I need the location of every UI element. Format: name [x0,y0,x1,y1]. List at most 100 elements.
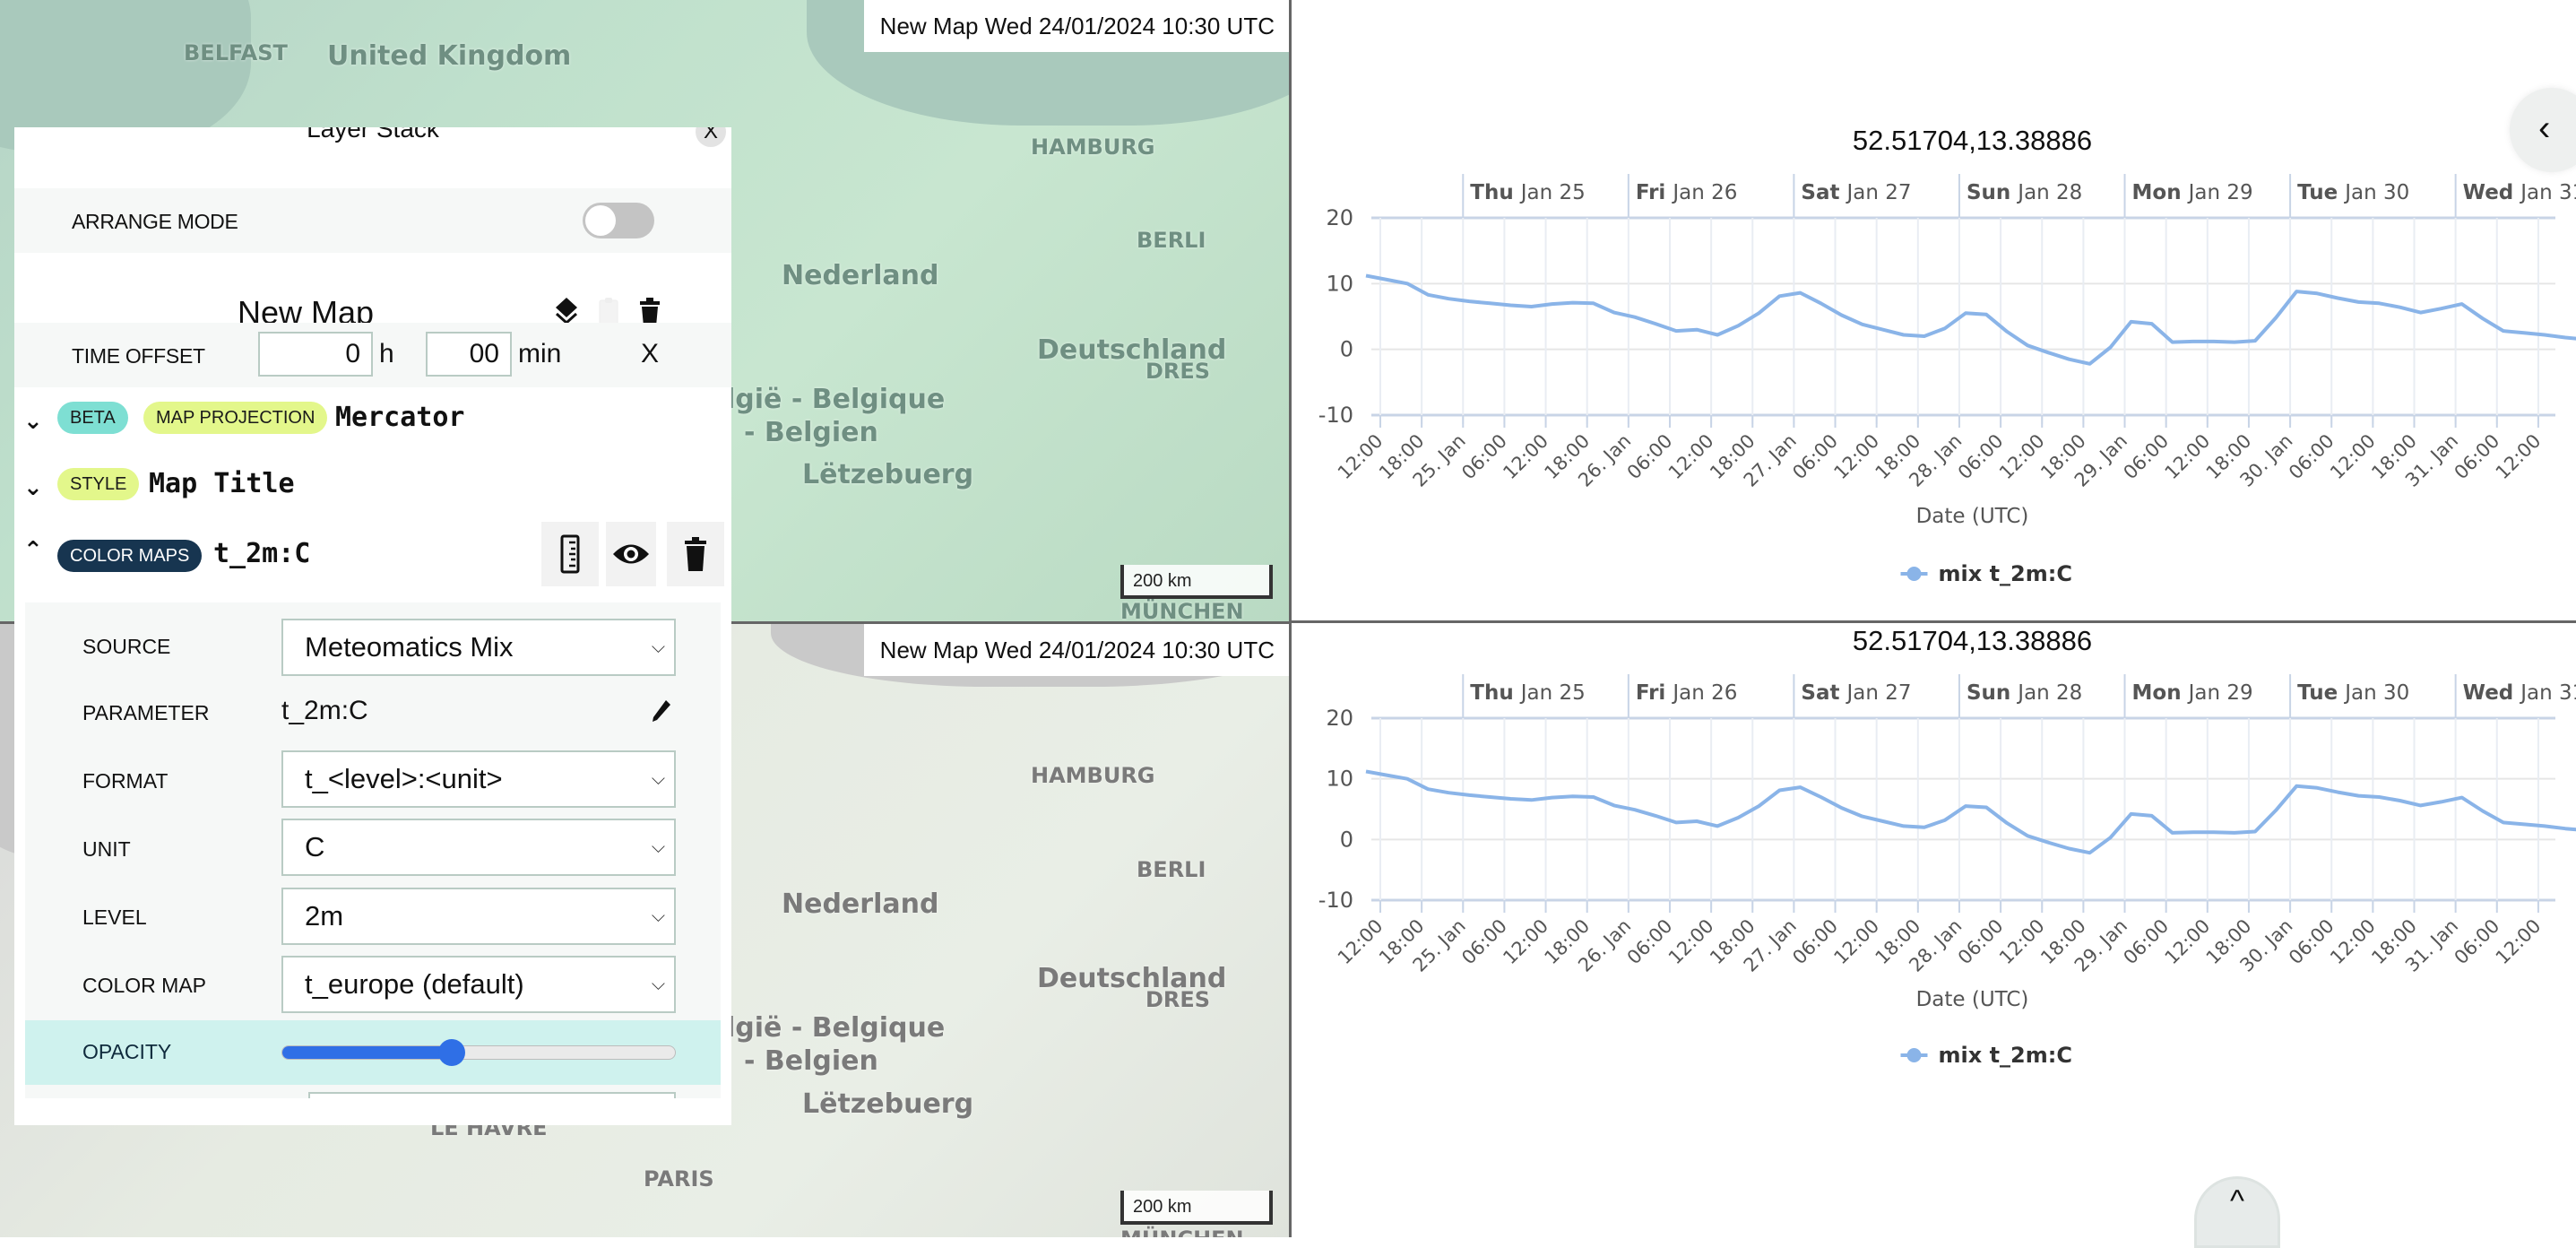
x-tick-label: 12:00 [1334,430,1387,484]
scale-bar: 200 km [1120,1191,1273,1225]
level-select[interactable]: 2m ⌵ [281,888,676,945]
style-badge: STYLE [57,468,140,500]
y-tick-label: -10 [1318,888,1353,913]
legend-label: mix t_2m:C [1939,561,2072,586]
hours-unit: h [379,339,394,368]
map-header: New Map Wed 24/01/2024 10:30 UTC [863,624,1291,676]
timeseries-chart[interactable]: 52.51704,13.3888620100-1012:0018:0025. J… [1292,623,2576,1237]
unit-label: UNIT [82,837,131,861]
map-label: Lëtzebuerg [802,1088,974,1120]
x-tick-label: 06:00 [2285,915,2338,969]
x-tick-label: 12:00 [1829,915,1883,969]
map-label: lgië - Belgique [726,384,946,415]
ruler-icon [560,534,580,574]
layer-row-style[interactable]: ⌄ STYLE Map Title [14,463,731,516]
map-label: - Belgien [744,417,878,448]
map-label: - Belgien [744,1045,878,1077]
timeseries-chart[interactable]: 52.51704,13.3888620100-1012:0018:0025. J… [1292,0,2576,620]
level-value: 2m [305,900,344,932]
unit-value: C [305,831,325,862]
layer-name: Mercator [335,402,465,433]
color-map-label: COLOR MAP [82,974,207,997]
format-select[interactable]: t_<level>:<unit> ⌵ [281,750,676,808]
map-label: MÜNCHEN [1120,599,1244,621]
map-label: Lëtzebuerg [802,459,974,490]
day-label: Thu Jan 25 [1470,681,1586,705]
clear-time-offset-button[interactable]: X [641,339,659,369]
y-tick-label: 20 [1326,706,1353,731]
chevron-down-icon: ⌵ [651,837,665,857]
arrange-mode-toggle[interactable] [583,203,654,238]
chevron-up-icon: ^ [2230,1184,2244,1218]
x-tick-label: 06:00 [2451,430,2504,484]
color-map-value: t_europe (default) [305,968,524,1000]
day-label: Tue Jan 30 [2297,681,2409,705]
x-tick-label: 06:00 [2451,915,2504,969]
color-map-select[interactable]: t_europe (default) ⌵ [281,956,676,1013]
chart-pane-top: 52.51704,13.38886 20 10 0 -10 12:00 18:00 25. J… [1292,0,2576,620]
unit-select[interactable]: C ⌵ [281,819,676,876]
x-tick-label: 12:00 [1334,915,1387,969]
edit-parameter-button[interactable] [647,696,674,726]
legend-ruler-button[interactable] [541,522,599,586]
close-panel-button[interactable]: X [696,127,726,147]
day-label: Sun Jan 28 [1967,181,2082,204]
legend-marker [1906,567,1922,581]
chevron-down-icon[interactable]: ⌄ [23,407,43,435]
day-label: Tue Jan 30 [2297,181,2409,204]
panel-title: Layer Stack [307,127,439,143]
x-tick-label: 12:00 [1829,430,1883,484]
layer-row-map-projection[interactable]: ⌄ BETA MAP PROJECTION Mercator [14,396,731,450]
arrange-mode-row: ARRANGE MODE [14,188,731,253]
map-label: United Kingdom [327,40,572,72]
day-label: Wed Jan 31 [2463,181,2576,204]
x-axis-title: Date (UTC) [1916,505,2029,528]
chevron-down-icon[interactable]: ⌄ [23,473,43,501]
scale-bar: 200 km [1120,565,1273,599]
day-label: Fri Jan 26 [1636,681,1738,705]
day-label: Sat Jan 27 [1801,681,1911,705]
x-tick-label: 06:00 [1457,430,1511,484]
format-label: FORMAT [82,769,169,793]
color-map-settings: SOURCE Meteomatics Mix ⌵ PARAMETER t_2m:C… [25,602,721,1125]
x-tick-label: 06:00 [1788,430,1842,484]
opacity-slider-fill [282,1046,453,1059]
legend-label: mix t_2m:C [1939,1043,2072,1068]
trash-icon [685,537,706,571]
x-tick-label: 06:00 [2119,915,2173,969]
source-value: Meteomatics Mix [305,631,514,663]
delete-layer-button[interactable] [667,522,724,586]
opacity-slider[interactable] [281,1039,676,1066]
map-label: DRES [1145,987,1211,1012]
x-tick-label: 06:00 [1788,915,1842,969]
time-offset-hours-input[interactable] [258,332,373,377]
map-projection-badge: MAP PROJECTION [143,402,328,434]
opacity-label: OPACITY [82,1040,172,1063]
toggle-visibility-button[interactable] [606,522,656,586]
parameter-label: PARAMETER [82,701,210,724]
legend-marker [1906,1048,1922,1062]
opacity-slider-handle[interactable] [438,1039,466,1066]
chevron-up-icon[interactable]: ⌃ [23,536,43,564]
chevron-down-icon: ⌵ [651,637,665,657]
map-label: Nederland [782,888,939,920]
x-axis-title: Date (UTC) [1916,988,2029,1011]
level-label: LEVEL [82,906,147,929]
map-label: BERLI [1137,857,1206,882]
day-label: Mon Jan 29 [2132,681,2253,705]
source-select[interactable]: Meteomatics Mix ⌵ [281,619,676,676]
time-offset-minutes-input[interactable] [426,332,512,377]
day-label: Fri Jan 26 [1636,181,1738,204]
x-tick-label: 12:00 [1995,915,2049,969]
beta-badge: BETA [57,402,128,434]
map-header: New Map Wed 24/01/2024 10:30 UTC [863,0,1291,52]
day-label: Sat Jan 27 [1801,181,1911,204]
layer-row-color-maps[interactable]: ⌃ COLOR MAPS t_2m:C [14,522,731,588]
x-tick-label: 12:00 [1664,915,1718,969]
x-tick-label: 12:00 [1664,430,1718,484]
chart-title: 52.51704,13.38886 [1853,125,2092,156]
map-label: HAMBURG [1031,763,1155,788]
map-label: MÜNCHEN [1120,1226,1244,1237]
time-offset-label: TIME OFFSET [72,344,205,368]
map-label: PARIS [644,1166,714,1192]
